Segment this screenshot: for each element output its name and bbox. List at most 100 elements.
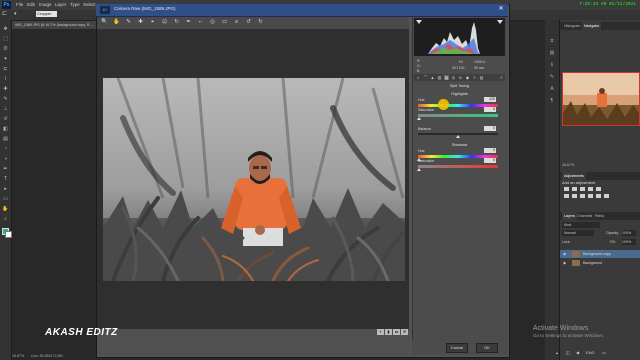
history-brush-icon[interactable]: ↺: [2, 116, 9, 122]
tab-channels[interactable]: Channels: [575, 212, 594, 220]
preview-image[interactable]: [103, 78, 405, 281]
radial-filter-icon[interactable]: ≡: [233, 19, 240, 26]
shadows-saturation-value[interactable]: 0: [484, 158, 496, 163]
targeted-adjust-icon[interactable]: ⌖: [149, 19, 156, 26]
white-balance-icon[interactable]: ✎: [125, 19, 132, 26]
panel-title: Split Toning: [449, 84, 470, 88]
highlights-saturation-value[interactable]: 0: [484, 107, 496, 112]
effects-tab-icon[interactable]: fx: [458, 75, 463, 80]
blur-tool-icon[interactable]: ◔: [2, 146, 9, 152]
properties-icon[interactable]: ▤: [548, 50, 556, 57]
eyedropper-tool-icon[interactable]: ⌇: [2, 76, 9, 82]
zoom-tool-icon[interactable]: ⌕: [2, 216, 9, 222]
zoom-icon[interactable]: 🔍: [101, 19, 108, 26]
brush-tool-icon[interactable]: ✎: [2, 96, 9, 102]
menu-edit[interactable]: Edit: [27, 1, 35, 9]
balance-knob[interactable]: [456, 135, 460, 138]
history-icon[interactable]: ⧖: [548, 38, 556, 45]
shape-tool-icon[interactable]: ▭: [2, 196, 9, 202]
blend-mode-select[interactable]: Normal: [562, 230, 594, 236]
adjustment-brush-icon[interactable]: ◎: [209, 19, 216, 26]
spot-removal-icon[interactable]: ✒: [185, 19, 192, 26]
preview-compare-icon[interactable]: ▮: [385, 329, 392, 335]
camera-calibration-tab-icon[interactable]: ◉: [465, 75, 470, 80]
menu-image[interactable]: Image: [39, 1, 52, 9]
rotate-left-icon[interactable]: ↺: [245, 19, 252, 26]
background-color-swatch[interactable]: [5, 231, 12, 238]
volume-icon[interactable]: ◀: [576, 350, 579, 355]
highlights-saturation-knob[interactable]: [417, 117, 421, 120]
eye-icon[interactable]: ◉: [563, 250, 566, 258]
menu-select[interactable]: Select: [83, 1, 96, 9]
tab-navigator[interactable]: Navigator: [582, 22, 602, 30]
path-select-icon[interactable]: ▸: [2, 186, 9, 192]
brush-panel-icon[interactable]: ✎: [548, 74, 556, 81]
crop-tool-icon[interactable]: ⊏: [2, 66, 9, 72]
navigator-thumbnail[interactable]: [562, 72, 640, 126]
color-sampler-icon[interactable]: ✚: [137, 19, 144, 26]
document-tab[interactable]: IMG_1589.JPG @ 16.7% (background copy, R…: [12, 21, 99, 29]
highlights-hue-value[interactable]: 120: [484, 97, 496, 102]
menu-file[interactable]: File: [16, 1, 23, 9]
cancel-button[interactable]: Cancel: [446, 343, 468, 353]
healing-tool-icon[interactable]: ✚: [2, 86, 9, 92]
fill-field[interactable]: 100%: [622, 239, 636, 245]
hand-tool-icon[interactable]: ✋: [2, 206, 9, 212]
pen-tool-icon[interactable]: ✒: [2, 166, 9, 172]
menu-type[interactable]: Type: [70, 1, 80, 9]
tray-arrow-icon[interactable]: ▴: [556, 350, 558, 355]
ok-button[interactable]: OK: [476, 343, 498, 353]
graduated-filter-icon[interactable]: ▭: [221, 19, 228, 26]
hsl-tab-icon[interactable]: ▥: [437, 75, 442, 80]
split-toning-tab-icon[interactable]: ▦: [444, 75, 449, 80]
tab-histogram[interactable]: Histogram: [562, 22, 582, 30]
panel-menu-icon[interactable]: ≡: [499, 75, 504, 80]
crop-icon[interactable]: ⊡: [161, 19, 168, 26]
highlights-saturation-track[interactable]: [418, 114, 498, 117]
straighten-icon[interactable]: ↻: [173, 19, 180, 26]
layer-row[interactable]: ◉ Background: [560, 259, 640, 267]
lasso-tool-icon[interactable]: ʘ: [2, 46, 9, 52]
marquee-tool-icon[interactable]: ⬚: [2, 36, 9, 42]
eye-icon[interactable]: ◉: [563, 259, 566, 267]
layer-filter-kind[interactable]: Kind: [562, 222, 600, 228]
opacity-field[interactable]: 100%: [622, 230, 636, 236]
character-icon[interactable]: A: [548, 86, 556, 93]
layer-row[interactable]: ◉ Background copy: [560, 250, 640, 258]
red-eye-icon[interactable]: ⌐: [197, 19, 204, 26]
stamp-tool-icon[interactable]: ⊥: [2, 106, 9, 112]
snapshots-tab-icon[interactable]: ▤: [479, 75, 484, 80]
eraser-tool-icon[interactable]: ◧: [2, 126, 9, 132]
shadows-hue-value[interactable]: 0: [484, 148, 496, 153]
move-tool-icon[interactable]: ✥: [2, 26, 9, 32]
notification-icon[interactable]: ▭: [602, 350, 606, 355]
menu-layer[interactable]: Layer: [55, 1, 66, 9]
preview-settings-icon[interactable]: ⚙: [401, 329, 408, 335]
crop-ratio-select[interactable]: Cropper: [36, 11, 57, 17]
quick-select-tool-icon[interactable]: ✦: [2, 56, 9, 62]
gradient-tool-icon[interactable]: ▤: [2, 136, 9, 142]
tone-curve-tab-icon[interactable]: ⌒: [423, 75, 428, 80]
tab-adjustments[interactable]: Adjustments: [562, 172, 586, 180]
shadows-saturation-knob[interactable]: [417, 168, 421, 171]
lens-tab-icon[interactable]: ◎: [451, 75, 456, 80]
balance-value[interactable]: 0: [484, 126, 496, 131]
network-icon[interactable]: ◫: [566, 350, 570, 355]
shadows-saturation-track[interactable]: [418, 165, 498, 168]
type-tool-icon[interactable]: T: [2, 176, 9, 182]
preview-toggle-icon[interactable]: Y: [377, 329, 384, 335]
dodge-tool-icon[interactable]: ◑: [2, 156, 9, 162]
detail-tab-icon[interactable]: ▲: [430, 75, 435, 80]
info-icon[interactable]: ℹ: [548, 62, 556, 69]
presets-tab-icon[interactable]: ≡: [472, 75, 477, 80]
rotate-right-icon[interactable]: ↻: [257, 19, 264, 26]
paragraph-icon[interactable]: ¶: [548, 98, 556, 105]
language-indicator[interactable]: ENG: [586, 350, 595, 355]
hand-icon[interactable]: ✋: [113, 19, 120, 26]
crop-tool-icon[interactable]: ⊏: [2, 11, 9, 18]
close-button[interactable]: ✕: [496, 5, 506, 14]
preview-swap-icon[interactable]: ⇄: [393, 329, 400, 335]
basic-tab-icon[interactable]: ◐: [416, 75, 421, 80]
chevron-down-icon[interactable]: ▾: [14, 11, 22, 18]
tab-paths[interactable]: Paths: [593, 212, 606, 220]
